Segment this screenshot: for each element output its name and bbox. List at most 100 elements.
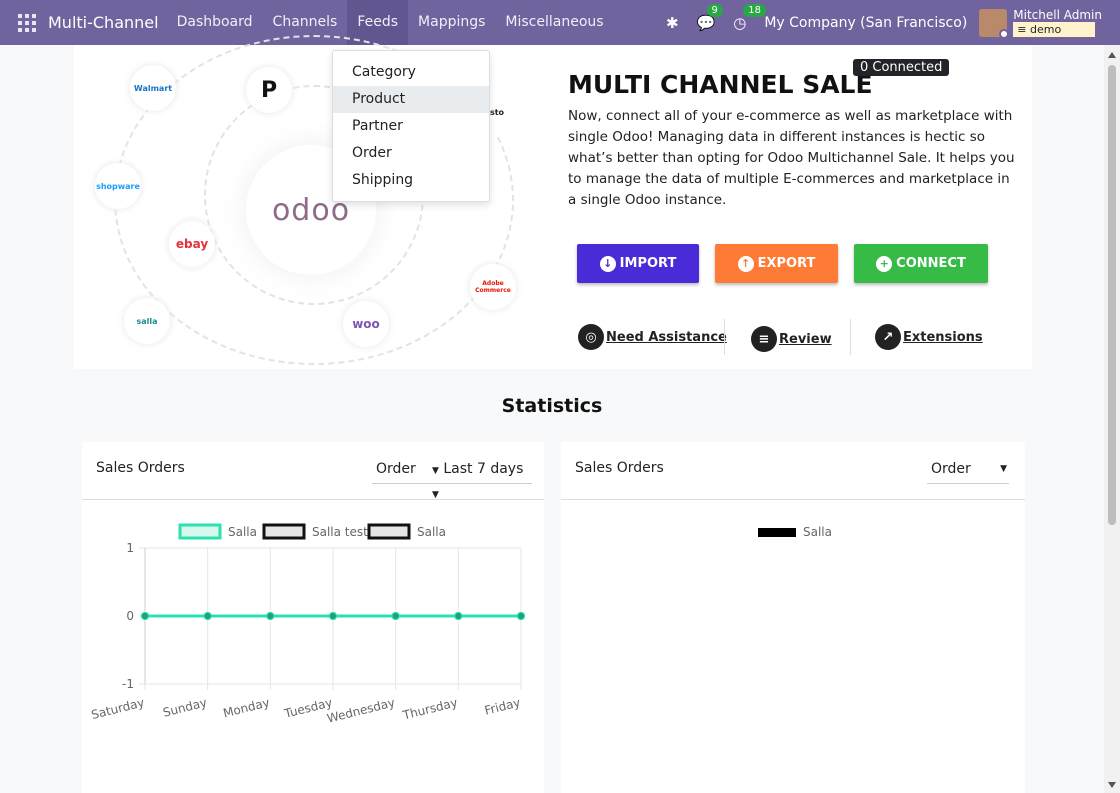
ebay-logo-icon: ebay (169, 221, 215, 267)
activities-count-badge: 18 (743, 3, 766, 17)
connect-button[interactable]: + CONNECT (854, 244, 988, 283)
main-menu: Dashboard Channels Feeds Mappings Miscel… (167, 0, 614, 45)
need-assistance-link[interactable]: ◎ Need Assistance (578, 324, 727, 350)
feeds-item-partner[interactable]: Partner (333, 113, 489, 140)
x-tick-label: Sunday (161, 695, 208, 719)
link-divider (850, 319, 851, 355)
download-arrow-icon: ↓ (599, 255, 616, 272)
import-label: IMPORT (619, 256, 677, 271)
legend-swatch[interactable] (262, 523, 306, 540)
top-navbar: Multi-Channel Dashboard Channels Feeds M… (0, 0, 1120, 45)
card-title: Sales Orders (575, 460, 664, 476)
page-scrollbar[interactable] (1104, 45, 1120, 793)
export-button[interactable]: ↑ EXPORT (715, 244, 838, 283)
x-tick-label: Monday (222, 695, 271, 720)
review-link[interactable]: ≡ Review (751, 326, 832, 352)
scroll-up-arrow-icon[interactable] (1108, 52, 1116, 58)
shopware-label: shopware (96, 181, 140, 191)
y-tick-label: -1 (122, 677, 134, 691)
period-select-value: Last 7 days (443, 461, 524, 477)
database-badge: ≡ demo (1013, 22, 1096, 37)
legend-label[interactable]: Salla (228, 525, 257, 539)
data-point[interactable] (329, 612, 337, 620)
data-point[interactable] (391, 612, 400, 620)
user-name: Mitchell Admin (1013, 8, 1102, 22)
feeds-dropdown-menu: Category Product Partner Order Shipping (332, 50, 490, 202)
y-tick-label: 0 (126, 609, 134, 623)
feeds-item-shipping[interactable]: Shipping (333, 167, 489, 194)
caret-down-icon: ▼ (432, 490, 439, 500)
model-select[interactable]: Order ▼ (927, 458, 1009, 484)
connected-count-badge: 0 Connected (853, 59, 950, 76)
legend-swatch[interactable] (367, 523, 411, 540)
sales-orders-card-right: Sales Orders Order ▼ Salla (561, 442, 1025, 793)
connect-label: CONNECT (896, 256, 966, 271)
activities-clock-icon[interactable]: ◷ 18 (733, 3, 766, 32)
adobe-commerce-label: Adobe Commerce (475, 280, 511, 294)
database-name: demo (1030, 23, 1062, 36)
messages-icon[interactable]: 💬 9 (697, 3, 723, 32)
woo-logo-icon: woo (343, 301, 389, 347)
scroll-thumb[interactable] (1108, 65, 1116, 525)
sales-orders-line-chart: Salla Salla test Salla 1 0 -1 Saturday Sunday Mo… (90, 523, 525, 726)
woo-label: woo (352, 317, 380, 331)
sales-orders-card-left: Sales Orders Order ▼ Last 7 days ▼ Salla… (82, 442, 544, 793)
model-select[interactable]: Order (372, 458, 432, 484)
navbar-systray: ✱ 💬 9 ◷ 18 My Company (San Francisco) Mitc… (666, 0, 1120, 45)
legend-label[interactable]: Salla (803, 525, 832, 539)
legend-swatch[interactable] (178, 523, 222, 540)
extensions-link[interactable]: ↗ Extensions (875, 324, 983, 350)
walmart-label: Walmart (133, 83, 173, 93)
model-select-value: Order (931, 461, 971, 477)
link-divider (724, 319, 725, 355)
user-menu[interactable]: Mitchell Admin ≡ demo (1013, 8, 1102, 37)
app-brand[interactable]: Multi-Channel (48, 13, 159, 32)
legend-label[interactable]: Salla (417, 525, 446, 539)
lifebuoy-icon: ◎ (578, 324, 604, 350)
hero-description: Now, connect all of your e-commerce as w… (568, 108, 1015, 208)
extensions-label: Extensions (903, 329, 983, 345)
feeds-item-order[interactable]: Order (333, 140, 489, 167)
x-tick-label: Thursday (401, 695, 460, 722)
review-lines-icon: ≡ (751, 326, 777, 352)
salla-logo-icon: salla (124, 298, 170, 344)
model-select-value: Order (376, 461, 416, 477)
x-tick-label: Saturday (90, 695, 146, 722)
external-arrow-icon: ↗ (875, 324, 901, 350)
p-channel-logo-icon: P (246, 67, 292, 113)
feeds-item-product[interactable]: Product (333, 86, 489, 113)
apps-menu-icon[interactable] (18, 13, 36, 32)
menu-dashboard[interactable]: Dashboard (167, 0, 263, 45)
hero-panel: odoo Walmart P shopware ebay salla woo A… (74, 35, 1032, 369)
data-point[interactable] (517, 612, 525, 620)
debug-bug-icon[interactable]: ✱ (666, 14, 679, 32)
period-select[interactable]: ▼ Last 7 days ▼ (432, 458, 532, 500)
card-title: Sales Orders (96, 460, 185, 476)
company-switcher[interactable]: My Company (San Francisco) (764, 15, 967, 31)
x-tick-label: Wednesday (326, 695, 397, 725)
scroll-down-arrow-icon[interactable] (1108, 782, 1116, 788)
menu-miscellaneous[interactable]: Miscellaneous (495, 0, 613, 45)
sales-orders-empty-chart: Salla (758, 525, 832, 539)
caret-down-icon: ▼ (432, 466, 439, 476)
need-assistance-label: Need Assistance (606, 329, 727, 345)
legend-label[interactable]: Salla test (312, 525, 368, 539)
legend-swatch[interactable] (758, 528, 796, 537)
walmart-logo-icon: Walmart (130, 65, 176, 111)
data-point[interactable] (454, 612, 463, 620)
user-avatar[interactable] (979, 8, 1010, 39)
salla-label: salla (136, 316, 158, 326)
hero-title: MULTI CHANNEL SALE (568, 70, 873, 99)
caret-down-icon: ▼ (1000, 464, 1007, 474)
ebay-label: ebay (175, 237, 209, 251)
presence-status-icon (999, 28, 1010, 39)
feeds-item-category[interactable]: Category (333, 59, 489, 86)
adobe-commerce-logo-icon: Adobe Commerce (470, 264, 516, 310)
menu-mappings[interactable]: Mappings (408, 0, 495, 45)
data-point[interactable] (266, 612, 275, 620)
import-button[interactable]: ↓ IMPORT (577, 244, 699, 283)
y-tick-label: 1 (126, 541, 134, 555)
data-point[interactable] (141, 612, 149, 620)
messages-count-badge: 9 (706, 3, 723, 17)
data-point[interactable] (203, 612, 212, 620)
